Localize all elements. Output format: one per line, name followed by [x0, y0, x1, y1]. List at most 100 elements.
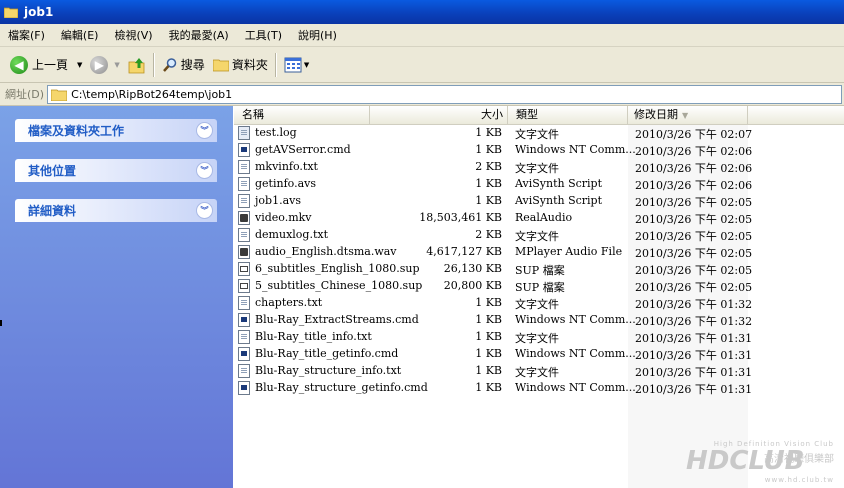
column-header-size[interactable]: 大小: [370, 106, 508, 124]
file-type: Windows NT Comm...: [515, 381, 636, 394]
file-modified: 2010/3/26 下午 02:06: [635, 145, 753, 158]
avs-file-icon: [238, 194, 250, 208]
menu-view[interactable]: 檢視(V): [106, 27, 160, 43]
file-type: 文字文件: [515, 298, 559, 311]
back-button[interactable]: ◀ 上一頁 ▼: [6, 51, 86, 79]
column-header-label: 大小: [481, 108, 503, 121]
file-size: 4,617,127 KB: [426, 245, 502, 258]
chevron-down-icon[interactable]: ︾: [196, 202, 213, 219]
file-type: Windows NT Comm...: [515, 347, 636, 360]
cmd-file-icon: [238, 381, 250, 395]
file-size: 26,130 KB: [443, 262, 502, 275]
task-pane: 檔案及資料夾工作 ︾ 其他位置 ︾ 詳細資料 ︾: [0, 106, 233, 488]
column-header-type[interactable]: 類型: [508, 106, 628, 124]
column-header-modified[interactable]: 修改日期 ▼: [628, 106, 748, 124]
file-size: 1 KB: [475, 194, 502, 207]
file-list[interactable]: 名稱 大小 類型 修改日期 ▼ test.log 1 KB 文字文件 2010/3/26…: [234, 106, 844, 488]
file-name: Blu-Ray_structure_info.txt: [255, 364, 402, 377]
file-row[interactable]: video.mkv 18,503,461 KB RealAudio 2010/3/26…: [234, 210, 844, 227]
folders-button[interactable]: 資料夾: [209, 51, 272, 79]
file-name: audio_English.dtsma.wav: [255, 245, 397, 258]
file-type: Windows NT Comm...: [515, 313, 636, 326]
search-button[interactable]: 搜尋: [158, 51, 209, 79]
file-row[interactable]: Blu-Ray_title_info.txt 1 KB 文字文件 2010/3/26 …: [234, 329, 844, 346]
file-type: 文字文件: [515, 332, 559, 345]
panel-details[interactable]: 詳細資料 ︾: [15, 199, 217, 222]
up-folder-button[interactable]: [124, 51, 150, 79]
file-name: getinfo.avs: [255, 177, 316, 190]
file-name: Blu-Ray_title_info.txt: [255, 330, 372, 343]
toolbar: ◀ 上一頁 ▼ ▶ ▼ 搜尋 資料夾 ▼: [0, 47, 844, 83]
chevron-down-icon[interactable]: ︾: [196, 122, 213, 139]
folders-icon: [212, 59, 229, 71]
file-row[interactable]: Blu-Ray_title_getinfo.cmd 1 KB Windows NT …: [234, 346, 844, 363]
file-name: getAVSerror.cmd: [255, 143, 351, 156]
chevron-down-icon[interactable]: ︾: [196, 162, 213, 179]
file-row[interactable]: chapters.txt 1 KB 文字文件 2010/3/26 下午 01:32: [234, 295, 844, 312]
window-edge: [0, 320, 2, 326]
file-row[interactable]: test.log 1 KB 文字文件 2010/3/26 下午 02:07: [234, 125, 844, 142]
forward-arrow-icon: ▶: [90, 55, 109, 74]
address-path: C:\temp\RipBot264temp\job1: [71, 87, 233, 101]
file-row[interactable]: Blu-Ray_structure_info.txt 1 KB 文字文件 2010/3…: [234, 363, 844, 380]
file-name: job1.avs: [255, 194, 301, 207]
file-modified: 2010/3/26 下午 01:31: [635, 332, 753, 345]
search-icon: [162, 57, 177, 72]
file-name: Blu-Ray_structure_getinfo.cmd: [255, 381, 428, 394]
file-row[interactable]: 5_subtitles_Chinese_1080.sup 20,800 KB SUP…: [234, 278, 844, 295]
file-row[interactable]: getAVSerror.cmd 1 KB Windows NT Comm... 201…: [234, 142, 844, 159]
sort-descending-icon: ▼: [682, 111, 689, 120]
search-label: 搜尋: [180, 58, 205, 72]
views-button[interactable]: ▼: [280, 51, 313, 79]
title-bar[interactable]: job1: [0, 0, 844, 24]
watermark-logo: High Definition Vision Club HDCLUB 高清視聽俱…: [686, 440, 834, 484]
window-title: job1: [24, 5, 54, 19]
chevron-down-icon[interactable]: ▼: [304, 61, 309, 69]
menu-help[interactable]: 說明(H): [290, 27, 345, 43]
panel-other-places[interactable]: 其他位置 ︾: [15, 159, 217, 182]
file-type: Windows NT Comm...: [515, 143, 636, 156]
watermark-chinese: 高清視聽俱樂部: [764, 454, 834, 465]
panel-title: 檔案及資料夾工作: [28, 124, 125, 138]
toolbar-separator: [274, 52, 277, 77]
file-size: 20,800 KB: [443, 279, 502, 292]
sup-file-icon: [238, 279, 250, 293]
menu-tools[interactable]: 工具(T): [237, 27, 290, 43]
file-row[interactable]: getinfo.avs 1 KB AviSynth Script 2010/3/26 …: [234, 176, 844, 193]
file-row[interactable]: demuxlog.txt 2 KB 文字文件 2010/3/26 下午 02:05: [234, 227, 844, 244]
up-folder-icon: [128, 57, 145, 73]
file-row[interactable]: Blu-Ray_ExtractStreams.cmd 1 KB Windows NT…: [234, 312, 844, 329]
media-file-icon: [238, 211, 250, 225]
file-row[interactable]: Blu-Ray_structure_getinfo.cmd 1 KB Windows…: [234, 380, 844, 397]
text-file-icon: [238, 296, 250, 310]
file-row[interactable]: job1.avs 1 KB AviSynth Script 2010/3/26 下午 …: [234, 193, 844, 210]
chevron-down-icon[interactable]: ▼: [114, 61, 119, 69]
column-header-name[interactable]: 名稱: [234, 106, 370, 124]
file-row[interactable]: audio_English.dtsma.wav 4,617,127 KB MPlay…: [234, 244, 844, 261]
file-name: chapters.txt: [255, 296, 323, 309]
file-row[interactable]: 6_subtitles_English_1080.sup 26,130 KB SUP…: [234, 261, 844, 278]
file-modified: 2010/3/26 下午 01:32: [635, 315, 753, 328]
menu-favorites[interactable]: 我的最愛(A): [161, 27, 237, 43]
file-name: 6_subtitles_English_1080.sup: [255, 262, 420, 275]
file-modified: 2010/3/26 下午 02:05: [635, 247, 753, 260]
forward-button[interactable]: ▶ ▼: [86, 51, 123, 79]
column-header-label: 類型: [516, 108, 538, 121]
column-header-row: 名稱 大小 類型 修改日期 ▼: [234, 106, 844, 125]
folder-icon: [4, 7, 18, 18]
panel-file-folder-tasks[interactable]: 檔案及資料夾工作 ︾: [15, 119, 217, 142]
address-label: 網址(D): [5, 88, 45, 101]
file-modified: 2010/3/26 下午 02:05: [635, 196, 753, 209]
file-type: MPlayer Audio File: [515, 245, 623, 258]
file-size: 1 KB: [475, 296, 502, 309]
menu-file[interactable]: 檔案(F): [0, 27, 53, 43]
address-input[interactable]: C:\temp\RipBot264temp\job1: [47, 84, 842, 104]
file-type: RealAudio: [515, 211, 573, 224]
panel-title: 詳細資料: [28, 204, 77, 218]
chevron-down-icon[interactable]: ▼: [77, 61, 82, 69]
file-name: 5_subtitles_Chinese_1080.sup: [255, 279, 423, 292]
file-modified: 2010/3/26 下午 02:05: [635, 213, 753, 226]
menu-edit[interactable]: 編輯(E): [53, 27, 107, 43]
file-size: 1 KB: [475, 126, 502, 139]
file-row[interactable]: mkvinfo.txt 2 KB 文字文件 2010/3/26 下午 02:06: [234, 159, 844, 176]
